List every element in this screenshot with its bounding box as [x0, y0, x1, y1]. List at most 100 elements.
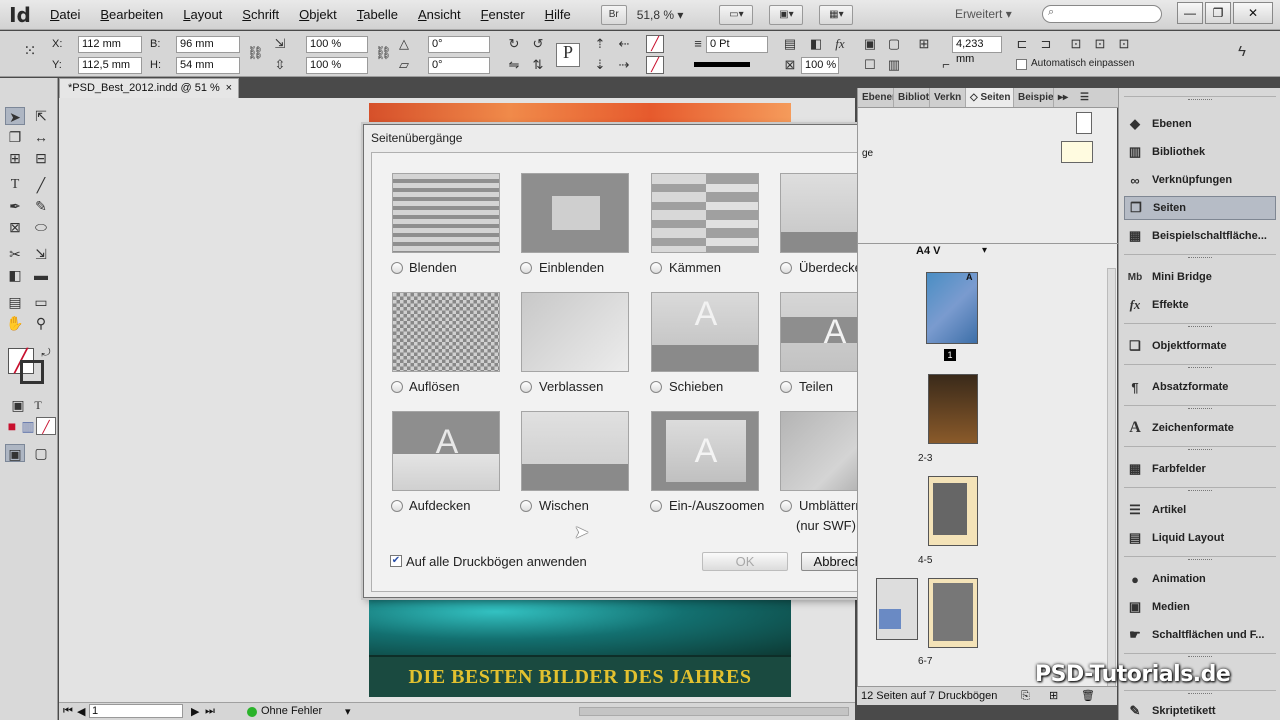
menu-item-bearbeiten[interactable]: Bearbeiten	[90, 7, 173, 22]
tab-verknuepfungen[interactable]: Verkn	[930, 88, 966, 107]
fill-none-icon[interactable]: ╱	[646, 35, 664, 53]
scale-x-field[interactable]: 100 %	[306, 36, 368, 53]
corner-options-icon[interactable]: ⌐	[938, 57, 954, 73]
apply-all-spreads-label[interactable]: Auf alle Druckbögen anwenden	[406, 554, 587, 569]
note-tool-icon[interactable]: ▤	[5, 293, 25, 311]
drop-shadow-icon[interactable]: ◧	[808, 36, 824, 52]
stroke-none-icon[interactable]: ╱	[646, 56, 664, 74]
preview-mode-icon[interactable]: ▢	[31, 444, 51, 462]
gradient-swatch-tool-icon[interactable]: ◧	[5, 266, 25, 284]
aufdecken-thumb[interactable]: A	[392, 411, 500, 491]
scale-y-field[interactable]: 100 %	[306, 57, 368, 74]
menu-item-fenster[interactable]: Fenster	[471, 7, 535, 22]
panel-menu-icon[interactable]: ☰	[1076, 88, 1096, 107]
reference-point-icon[interactable]: ⁙	[22, 44, 38, 60]
free-transform-tool-icon[interactable]: ⇲	[31, 245, 51, 263]
center-content-icon[interactable]: ☐	[862, 57, 878, 73]
page-1-thumb[interactable]	[926, 272, 978, 344]
formatting-text-icon[interactable]: T	[28, 396, 48, 414]
distribute-c-icon[interactable]: ⊡	[1116, 36, 1132, 52]
fill-frame-icon[interactable]: ▥	[886, 57, 902, 73]
master-none-thumb[interactable]	[1076, 112, 1092, 134]
teilen-label[interactable]: Teilen	[799, 379, 833, 394]
zoomen-label[interactable]: Ein-/Auszoomen	[669, 498, 764, 513]
hand-tool-icon[interactable]: ✋	[5, 314, 25, 332]
aufloesen-radio[interactable]	[391, 381, 403, 393]
master-a-thumb[interactable]	[1061, 141, 1093, 163]
align-right-icon[interactable]: ⊐	[1038, 36, 1054, 52]
teilen-radio[interactable]	[780, 381, 792, 393]
einblenden-label[interactable]: Einblenden	[539, 260, 604, 275]
content-collector-icon[interactable]: ⊞	[5, 149, 25, 167]
constrain-proportions-icon[interactable]: ⛓	[247, 45, 264, 61]
stroke-type-swatch[interactable]	[694, 62, 750, 67]
aufdecken-label[interactable]: Aufdecken	[409, 498, 470, 513]
tab-beispiel[interactable]: Beispie	[1014, 88, 1054, 107]
page-size-dropdown-icon[interactable]: ▾	[982, 245, 987, 256]
dock-liquid-layout[interactable]: ▤ Liquid Layout	[1124, 526, 1276, 550]
einblenden-thumb[interactable]	[521, 173, 629, 253]
stroke-swatch-icon[interactable]	[20, 360, 44, 384]
pen-tool-icon[interactable]: ✒	[5, 197, 25, 215]
kaemmen-label[interactable]: Kämmen	[669, 260, 721, 275]
flip-horizontal-icon[interactable]: ⇋	[506, 57, 522, 73]
schieben-thumb[interactable]: A	[651, 292, 759, 372]
zoomen-thumb[interactable]: A	[651, 411, 759, 491]
search-input[interactable]: ⌕	[1042, 5, 1162, 23]
dock-objektformate[interactable]: ❏ Objektformate	[1124, 334, 1276, 358]
page-number-field[interactable]: 1	[89, 704, 183, 718]
ok-button[interactable]: OK	[702, 552, 788, 571]
aufdecken-radio[interactable]	[391, 500, 403, 512]
aufloesen-label[interactable]: Auflösen	[409, 379, 460, 394]
panel-expand-icon[interactable]: ▸▸	[1054, 88, 1076, 107]
horizontal-scrollbar[interactable]	[579, 707, 849, 716]
delete-page-icon[interactable]: 🗑	[1081, 687, 1095, 705]
workspace-switcher[interactable]: Erweitert ▾	[955, 7, 1012, 21]
page-6-thumb[interactable]	[876, 578, 918, 640]
dock-artikel[interactable]: ☰ Artikel	[1124, 498, 1276, 522]
restore-button[interactable]: ❐	[1205, 2, 1231, 24]
dock-animation[interactable]: ● Animation	[1124, 567, 1276, 591]
zoom-level[interactable]: 51,8 % ▾	[637, 8, 684, 22]
menu-item-layout[interactable]: Layout	[173, 7, 232, 22]
rotate-cw-icon[interactable]: ↻	[506, 36, 522, 52]
width-field[interactable]: 96 mm	[176, 36, 240, 53]
menu-item-schrift[interactable]: Schrift	[232, 7, 289, 22]
arrange-documents-button[interactable]: ▦▾	[819, 4, 854, 25]
aufloesen-thumb[interactable]	[392, 292, 500, 372]
page-7-thumb[interactable]	[928, 578, 978, 648]
normal-view-icon[interactable]: ▣	[5, 444, 25, 462]
gradient-feather-tool-icon[interactable]: ▬	[31, 266, 51, 284]
screen-mode-button[interactable]: ▣▾	[769, 4, 804, 25]
flip-vertical-icon[interactable]: ⇅	[530, 57, 546, 73]
stroke-weight-field[interactable]: 0 Pt	[706, 36, 768, 53]
verblassen-thumb[interactable]	[521, 292, 629, 372]
ueberdecken-radio[interactable]	[780, 262, 792, 274]
preflight-menu-icon[interactable]: ▾	[345, 705, 351, 718]
dock-mini-bridge[interactable]: Mb Mini Bridge	[1124, 265, 1276, 289]
tab-seiten[interactable]: ◇ Seiten	[966, 88, 1014, 107]
wischen-radio[interactable]	[520, 500, 532, 512]
dock-ebenen[interactable]: ◆ Ebenen	[1124, 112, 1276, 136]
dock-verknuepfungen[interactable]: ∞ Verknüpfungen	[1124, 168, 1276, 192]
zoomen-radio[interactable]	[650, 500, 662, 512]
dock-beispielschaltflaeche[interactable]: ▦ Beispielschaltfläche...	[1124, 224, 1276, 248]
page-size-label[interactable]: A4 V	[916, 245, 940, 257]
offset-field[interactable]: 4,233 mm	[952, 36, 1002, 65]
pages-scrollbar[interactable]	[1107, 268, 1116, 688]
measure-tool-icon[interactable]: ▭	[31, 293, 51, 311]
verblassen-label[interactable]: Verblassen	[539, 379, 603, 394]
dock-effekte[interactable]: fx Effekte	[1124, 293, 1276, 317]
page-tool-icon[interactable]: ❐	[5, 128, 25, 146]
verblassen-radio[interactable]	[520, 381, 532, 393]
apply-all-spreads-checkbox[interactable]: ✔	[390, 555, 402, 567]
dock-farbfelder[interactable]: ▦ Farbfelder	[1124, 457, 1276, 481]
menu-item-datei[interactable]: Datei	[40, 7, 90, 22]
dock-bibliothek[interactable]: ▥ Bibliothek	[1124, 140, 1276, 164]
swap-fill-stroke-icon[interactable]: ⤾	[36, 344, 56, 362]
distribute-b-icon[interactable]: ⊡	[1092, 36, 1108, 52]
apply-none-icon[interactable]: ╱	[36, 417, 56, 435]
ellipse-tool-icon[interactable]: ⬭	[31, 218, 51, 236]
blenden-radio[interactable]	[391, 262, 403, 274]
effects-fx-icon[interactable]: fx	[832, 36, 848, 52]
